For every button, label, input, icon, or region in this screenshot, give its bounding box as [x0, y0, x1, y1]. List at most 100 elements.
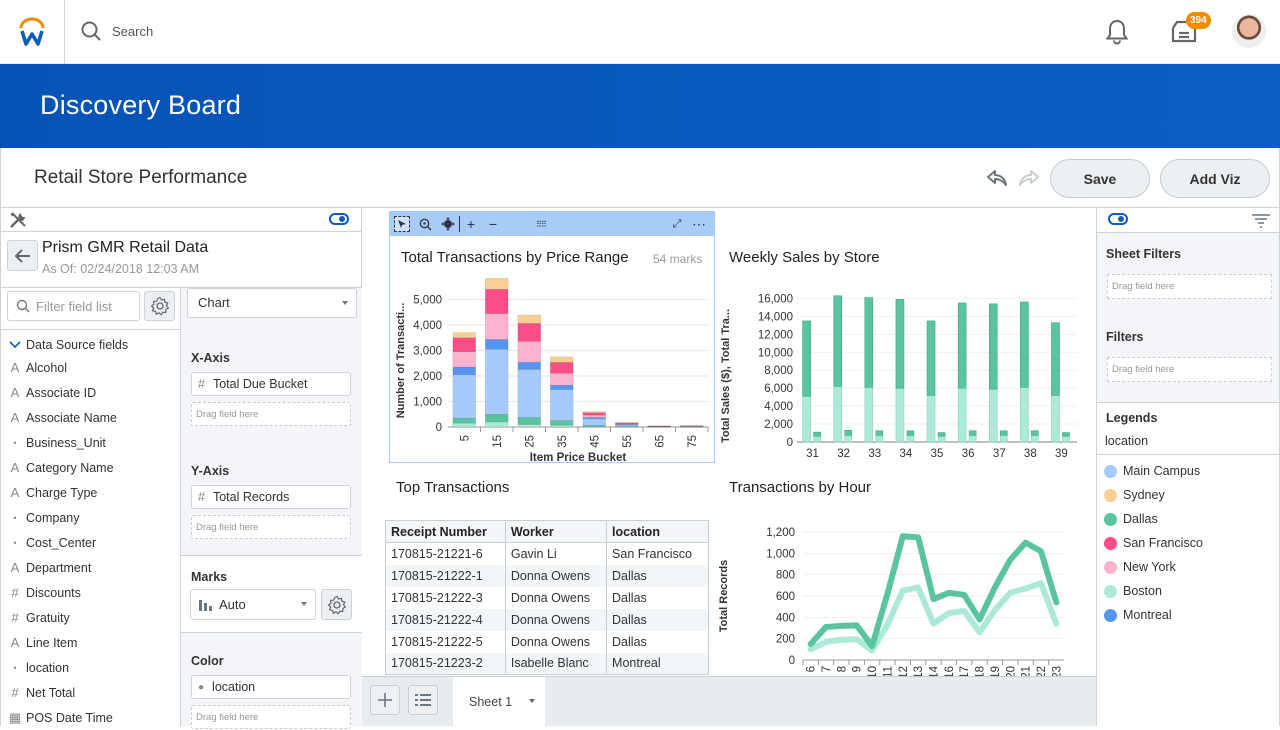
- viz-title: Top Transactions: [396, 479, 509, 496]
- sheet-filters-dropzone[interactable]: Drag field here: [1107, 274, 1272, 299]
- legend-item[interactable]: Main Campus: [1097, 459, 1279, 483]
- text-field-icon: A: [5, 485, 25, 500]
- zoom-in-icon[interactable]: +: [463, 216, 479, 232]
- pan-tool-icon[interactable]: [440, 216, 456, 232]
- select-tool-icon[interactable]: [394, 216, 410, 232]
- redo-icon[interactable]: [1018, 168, 1040, 188]
- table-row[interactable]: 170815-21222-4Donna OwensDallas: [386, 609, 709, 631]
- legend-item[interactable]: Montreal: [1097, 603, 1279, 627]
- legend-item[interactable]: Dallas: [1097, 507, 1279, 531]
- column-header[interactable]: location: [607, 521, 709, 543]
- field-item[interactable]: ADepartment: [1, 555, 180, 580]
- add-sheet-button[interactable]: [370, 685, 400, 715]
- x-axis-dropzone[interactable]: Drag field here: [191, 402, 351, 426]
- panel-toggle[interactable]: [1108, 213, 1128, 225]
- bar-segment: [845, 435, 852, 442]
- y-axis-title: Total Records: [718, 560, 730, 633]
- numeric-field-icon: #: [5, 585, 25, 600]
- filter-icon[interactable]: [1252, 214, 1270, 228]
- field-item[interactable]: •Company: [1, 505, 180, 530]
- field-item[interactable]: •Business_Unit: [1, 430, 180, 455]
- field-item[interactable]: #Net Total: [1, 680, 180, 705]
- y-axis-field[interactable]: # Total Records: [191, 485, 351, 509]
- bar-segment: [958, 303, 966, 388]
- marks-settings-button[interactable]: [321, 589, 352, 620]
- field-item[interactable]: ACharge Type: [1, 480, 180, 505]
- field-item[interactable]: AAssociate Name: [1, 405, 180, 430]
- tools-icon[interactable]: [9, 211, 27, 229]
- marks-select[interactable]: Auto: [190, 589, 316, 620]
- field-item[interactable]: AAssociate ID: [1, 380, 180, 405]
- field-item[interactable]: #Gratuity: [1, 605, 180, 630]
- sheet-tab-1[interactable]: Sheet 1: [453, 677, 545, 727]
- field-item[interactable]: #Discounts: [1, 580, 180, 605]
- bar-segment: [814, 432, 821, 436]
- field-item[interactable]: •location: [1, 655, 180, 680]
- search-input[interactable]: Search: [112, 24, 153, 39]
- column-header[interactable]: Worker: [505, 521, 606, 543]
- drag-handle-icon[interactable]: ⠿⠿: [533, 216, 549, 232]
- column-header[interactable]: Receipt Number: [386, 521, 506, 543]
- bar-segment: [1000, 431, 1007, 435]
- x-axis-field[interactable]: # Total Due Bucket: [191, 372, 351, 396]
- expand-icon[interactable]: ⤢: [669, 216, 685, 232]
- legend-item[interactable]: Boston: [1097, 579, 1279, 603]
- sheet-list-button[interactable]: [408, 685, 438, 715]
- color-field[interactable]: ● location: [191, 675, 351, 699]
- bar-segment: [1062, 433, 1069, 437]
- undo-icon[interactable]: [986, 168, 1008, 188]
- workday-logo[interactable]: [0, 0, 65, 64]
- field-item[interactable]: ALine Item: [1, 630, 180, 655]
- field-item[interactable]: AAlcohol: [1, 355, 180, 380]
- table-cell: 170815-21222-5: [386, 631, 506, 653]
- bell-icon[interactable]: [1105, 18, 1129, 46]
- viz-toolbar: + − ⠿⠿ ⤢ ⋯: [390, 212, 714, 236]
- save-button[interactable]: Save: [1050, 159, 1150, 198]
- field-item[interactable]: ACategory Name: [1, 455, 180, 480]
- field-settings-button[interactable]: [144, 291, 175, 321]
- more-options-icon[interactable]: ⋯: [691, 216, 707, 232]
- table-row[interactable]: 170815-21222-5Donna OwensDallas: [386, 631, 709, 653]
- table-cell: Dallas: [607, 565, 709, 587]
- viz-type-select[interactable]: Chart: [187, 288, 357, 318]
- table-row[interactable]: 170815-21221-6Gavin LiSan Francisco: [386, 543, 709, 565]
- x-tick-label: 7: [821, 666, 833, 672]
- filter-field-input[interactable]: Filter field list: [7, 291, 140, 321]
- data-source-fields-toggle[interactable]: Data Source fields: [1, 330, 180, 355]
- color-dropzone[interactable]: Drag field here: [191, 705, 351, 729]
- caret-down-icon[interactable]: [529, 699, 535, 703]
- zoom-out-icon[interactable]: −: [485, 216, 501, 232]
- global-search[interactable]: Search: [80, 20, 153, 42]
- text-field-icon: A: [5, 385, 25, 400]
- x-tick-label: 35: [557, 435, 569, 448]
- add-viz-button[interactable]: Add Viz: [1160, 159, 1270, 198]
- left-panel: Prism GMR Retail Data As Of: 02/24/2018 …: [0, 208, 362, 726]
- field-item[interactable]: •Cost_Center: [1, 530, 180, 555]
- user-avatar[interactable]: [1232, 14, 1266, 48]
- y-axis-dropzone[interactable]: Drag field here: [191, 515, 351, 539]
- legend-item[interactable]: San Francisco: [1097, 531, 1279, 555]
- legend-item[interactable]: Sydney: [1097, 483, 1279, 507]
- legend-item[interactable]: New York: [1097, 555, 1279, 579]
- table-cell: Dallas: [607, 587, 709, 609]
- viz-title: Transactions by Hour: [729, 479, 871, 496]
- viz-config-column: X-Axis # Total Due Bucket Drag field her…: [181, 288, 362, 726]
- table-row[interactable]: 170815-21223-2Isabelle BlancMontreal: [386, 653, 709, 675]
- field-item[interactable]: ▦POS Date Time: [1, 705, 180, 730]
- panel-toggle[interactable]: [329, 213, 349, 225]
- filters-dropzone[interactable]: Drag field here: [1107, 357, 1272, 382]
- bar-segment: [969, 431, 976, 435]
- zoom-tool-icon[interactable]: [417, 216, 433, 232]
- legend-swatch: [1104, 585, 1117, 598]
- table-row[interactable]: 170815-21222-1Donna OwensDallas: [386, 565, 709, 587]
- back-button[interactable]: [7, 240, 38, 271]
- instance-field-icon: ●: [198, 682, 204, 693]
- left-panel-toolbar: [1, 208, 361, 232]
- legends-label: Legends: [1106, 411, 1157, 425]
- y-axis-title: Total Sales ($), Total Tra...: [720, 309, 732, 443]
- caret-down-icon: [342, 301, 348, 305]
- marks-label: Marks: [191, 570, 227, 584]
- table-row[interactable]: 170815-21222-3Donna OwensDallas: [386, 587, 709, 609]
- viz-transactions-by-price[interactable]: + − ⠿⠿ ⤢ ⋯ Total Transactions by Price R…: [389, 211, 715, 463]
- bar-segment: [518, 362, 541, 369]
